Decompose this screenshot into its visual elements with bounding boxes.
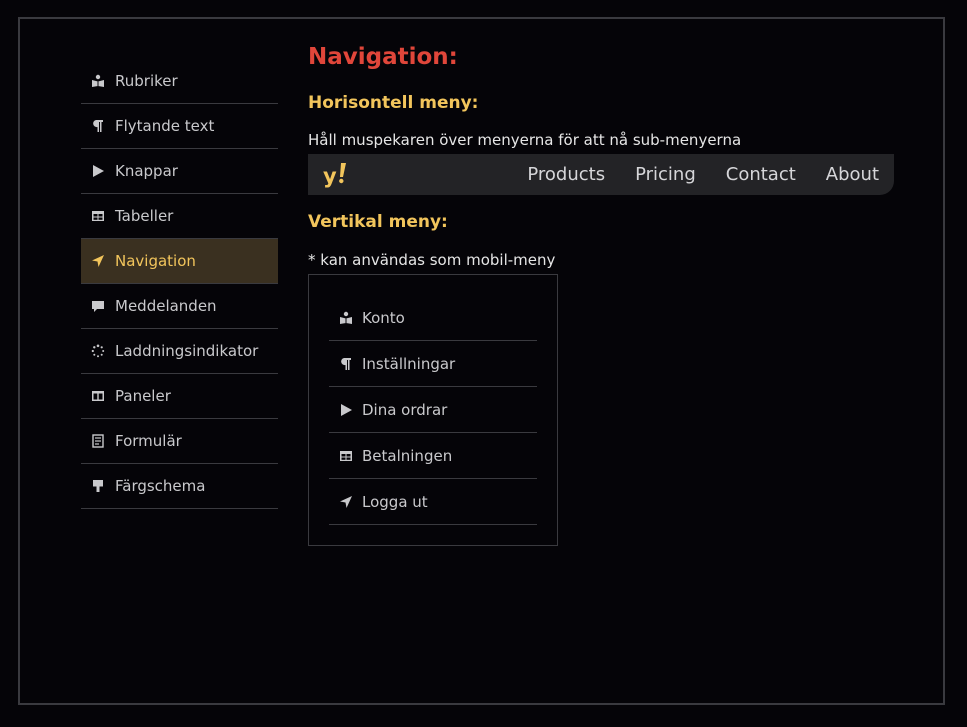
sidebar-item-knappar[interactable]: Knappar [81,149,278,194]
play-icon [90,163,106,179]
sidebar-item-laddningsindikator[interactable]: Laddningsindikator [81,329,278,374]
paragraph-icon [90,118,106,134]
sidebar-item-formular[interactable]: Formulär [81,419,278,464]
page-title: Navigation: [308,44,458,70]
sidebar-item-rubriker[interactable]: Rubriker [81,59,278,104]
vertical-menu-heading: Vertikal meny: [308,212,448,232]
table-icon [338,448,354,464]
vmenu-item-label: Logga ut [362,492,428,511]
yahoo-logo-icon[interactable]: y [323,162,351,188]
vmenu-item-label: Konto [362,308,405,327]
vmenu-item-dina-ordrar[interactable]: Dina ordrar [329,387,537,433]
nav-link-contact[interactable]: Contact [711,164,811,185]
location-arrow-icon [338,494,354,510]
sidebar-item-label: Navigation [115,252,196,270]
spinner-icon [90,343,106,359]
book-reader-icon [338,310,354,326]
sidebar-item-label: Paneler [115,387,171,405]
sidebar: Rubriker Flytande text Knappar Tabeller … [81,59,278,509]
horizontal-nav-links: Products Pricing Contact About [512,164,879,185]
sidebar-item-label: Meddelanden [115,297,217,315]
vmenu-item-label: Dina ordrar [362,400,448,419]
book-reader-icon [90,73,106,89]
mobile-note: * kan användas som mobil-meny [308,251,556,269]
sidebar-item-meddelanden[interactable]: Meddelanden [81,284,278,329]
sidebar-item-label: Rubriker [115,72,178,90]
sidebar-item-label: Formulär [115,432,182,450]
vmenu-item-betalningen[interactable]: Betalningen [329,433,537,479]
form-icon [90,433,106,449]
paint-roller-icon [90,478,106,494]
sidebar-item-tabeller[interactable]: Tabeller [81,194,278,239]
vmenu-item-logga-ut[interactable]: Logga ut [329,479,537,525]
vmenu-item-konto[interactable]: Konto [329,295,537,341]
sidebar-item-label: Knappar [115,162,178,180]
sidebar-item-fargschema[interactable]: Färgschema [81,464,278,509]
table-icon [90,208,106,224]
nav-link-about[interactable]: About [811,164,879,185]
vmenu-item-installningar[interactable]: Inställningar [329,341,537,387]
sidebar-item-paneler[interactable]: Paneler [81,374,278,419]
horizontal-menu-heading: Horisontell meny: [308,93,479,113]
svg-text:y: y [323,164,337,188]
sidebar-item-label: Laddningsindikator [115,342,259,360]
horizontal-nav-bar: y Products Pricing Contact About [308,154,894,195]
sidebar-item-label: Tabeller [115,207,174,225]
columns-icon [90,388,106,404]
vertical-menu-list: Konto Inställningar Dina ordrar Betalnin… [329,295,537,525]
comment-icon [90,298,106,314]
paragraph-icon [338,356,354,372]
play-icon [338,402,354,418]
nav-link-products[interactable]: Products [512,164,620,185]
hover-note: Håll muspekaren över menyerna för att nå… [308,131,742,149]
sidebar-item-label: Färgschema [115,477,206,495]
vertical-menu: Konto Inställningar Dina ordrar Betalnin… [308,274,558,546]
main-content: Navigation: Horisontell meny: Håll muspe… [308,40,898,546]
sidebar-item-label: Flytande text [115,117,215,135]
sidebar-item-navigation[interactable]: Navigation [81,239,278,284]
vmenu-item-label: Inställningar [362,354,456,373]
nav-link-pricing[interactable]: Pricing [620,164,711,185]
vmenu-item-label: Betalningen [362,446,453,465]
sidebar-item-flytande-text[interactable]: Flytande text [81,104,278,149]
location-arrow-icon [90,253,106,269]
